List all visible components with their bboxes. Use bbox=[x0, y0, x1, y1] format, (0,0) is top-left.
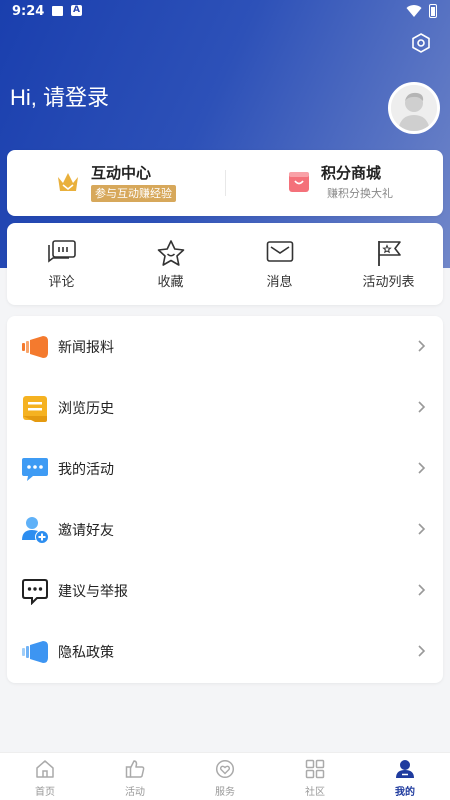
menu-item-label: 邀请好友 bbox=[58, 523, 114, 539]
quick-action-label: 收藏 bbox=[157, 275, 184, 290]
privacy-icon bbox=[22, 641, 48, 663]
tab-mine[interactable]: 我的 bbox=[360, 753, 450, 800]
tab-services[interactable]: 服务 bbox=[180, 753, 270, 800]
chevron-right-icon bbox=[418, 401, 426, 413]
quick-action-favorites[interactable]: 收藏 bbox=[116, 223, 225, 305]
battery-icon bbox=[429, 4, 437, 18]
login-greeting[interactable]: Hi, 请登录 bbox=[10, 80, 109, 112]
quick-action-label: 评论 bbox=[48, 275, 75, 290]
tab-activities[interactable]: 活动 bbox=[90, 753, 180, 800]
settings-hexagon-icon[interactable] bbox=[410, 32, 432, 54]
quick-action-comment[interactable]: 评论 bbox=[7, 223, 116, 305]
tab-label: 服务 bbox=[215, 787, 235, 798]
interaction-center-title: 互动中心 bbox=[91, 164, 152, 182]
menu-item-label: 浏览历史 bbox=[58, 401, 114, 417]
menu-item-invite-friends[interactable]: 邀请好友 bbox=[7, 499, 443, 560]
menu-item-feedback-report[interactable]: 建议与举报 bbox=[7, 560, 443, 621]
interaction-center-subtitle: 参与互动赚经验 bbox=[91, 185, 176, 202]
menu-list: 新闻报料 浏览历史 我的活动 邀请好友 建议与举报 隐私政策 bbox=[7, 316, 443, 683]
service-icon bbox=[215, 759, 235, 779]
menu-item-label: 新闻报料 bbox=[58, 340, 114, 356]
tab-label: 活动 bbox=[125, 787, 145, 798]
menu-item-label: 我的活动 bbox=[58, 462, 114, 478]
chat-bubble-icon bbox=[22, 458, 48, 481]
feature-cards: 互动中心 参与互动赚经验 积分商城 赚积分换大礼 bbox=[7, 150, 443, 216]
bottom-tab-bar: 首页 活动 服务 社区 我的 bbox=[0, 752, 450, 800]
chevron-right-icon bbox=[418, 523, 426, 535]
menu-item-news-tip[interactable]: 新闻报料 bbox=[7, 316, 443, 377]
image-notification-icon bbox=[52, 6, 63, 16]
tab-community[interactable]: 社区 bbox=[270, 753, 360, 800]
history-icon bbox=[23, 396, 47, 422]
mail-icon bbox=[266, 241, 294, 262]
tab-label: 社区 bbox=[305, 787, 325, 798]
wifi-icon bbox=[406, 5, 422, 18]
menu-item-my-activities[interactable]: 我的活动 bbox=[7, 438, 443, 499]
thumbs-up-icon bbox=[125, 760, 145, 778]
chevron-right-icon bbox=[418, 340, 426, 352]
points-mall-card[interactable]: 积分商城 赚积分换大礼 bbox=[225, 150, 443, 216]
quick-action-messages[interactable]: 消息 bbox=[225, 223, 334, 305]
status-bar: 9:24 A bbox=[0, 0, 450, 24]
tab-label: 我的 bbox=[395, 787, 415, 798]
home-icon bbox=[36, 760, 54, 778]
status-time: 9:24 bbox=[12, 4, 45, 19]
menu-item-browse-history[interactable]: 浏览历史 bbox=[7, 377, 443, 438]
shopping-bag-icon bbox=[289, 172, 309, 192]
points-mall-subtitle: 赚积分换大礼 bbox=[327, 187, 393, 200]
quick-actions: 评论 收藏 消息 活动列表 bbox=[7, 223, 443, 305]
app-notification-icon: A bbox=[71, 5, 82, 16]
flag-icon bbox=[378, 241, 401, 266]
default-avatar-icon bbox=[391, 85, 437, 131]
comment-icon bbox=[48, 240, 76, 263]
quick-action-label: 消息 bbox=[266, 275, 293, 290]
menu-item-privacy-policy[interactable]: 隐私政策 bbox=[7, 621, 443, 682]
chevron-right-icon bbox=[418, 584, 426, 596]
grid-icon bbox=[305, 759, 325, 779]
quick-action-label: 活动列表 bbox=[362, 275, 415, 290]
chevron-right-icon bbox=[418, 462, 426, 474]
menu-item-label: 隐私政策 bbox=[58, 645, 114, 661]
add-user-icon bbox=[22, 517, 49, 544]
star-icon bbox=[157, 240, 185, 266]
points-mall-title: 积分商城 bbox=[321, 164, 382, 182]
tab-label: 首页 bbox=[35, 787, 55, 798]
interaction-center-card[interactable]: 互动中心 参与互动赚经验 bbox=[7, 150, 225, 216]
menu-item-label: 建议与举报 bbox=[58, 584, 128, 600]
chevron-right-icon bbox=[418, 645, 426, 657]
crown-icon bbox=[58, 173, 78, 191]
avatar[interactable] bbox=[388, 82, 440, 134]
megaphone-icon bbox=[22, 336, 48, 358]
tab-home[interactable]: 首页 bbox=[0, 753, 90, 800]
user-icon bbox=[396, 760, 414, 778]
feedback-icon bbox=[22, 579, 48, 605]
quick-action-activity-list[interactable]: 活动列表 bbox=[334, 223, 443, 305]
